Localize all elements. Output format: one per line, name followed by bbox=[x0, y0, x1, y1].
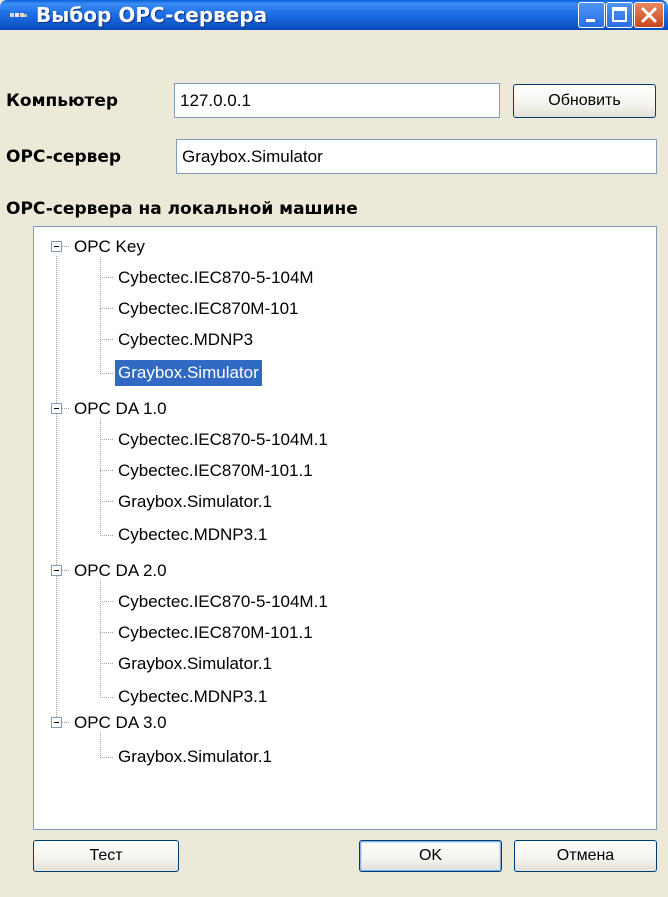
tree-group-opc-da-2[interactable]: OPC DA 2.0 bbox=[71, 558, 170, 584]
tree-heading: OPC-сервера на локальной машине bbox=[6, 199, 358, 219]
tree-group-opc-da-3[interactable]: OPC DA 3.0 bbox=[71, 710, 170, 736]
minimize-button[interactable] bbox=[578, 2, 605, 28]
tree-group-opc-da-1[interactable]: OPC DA 1.0 bbox=[71, 396, 170, 422]
tree-item[interactable]: Cybectec.IEC870M-101.1 bbox=[115, 458, 316, 484]
maximize-button[interactable] bbox=[606, 2, 633, 28]
tree-item[interactable]: Graybox.Simulator.1 bbox=[115, 744, 275, 770]
test-button[interactable]: Тест bbox=[33, 840, 179, 872]
close-icon bbox=[641, 7, 657, 23]
tree-item[interactable]: Cybectec.MDNP3.1 bbox=[115, 522, 270, 548]
title-bar[interactable]: Выбор OPC-сервера bbox=[0, 0, 668, 30]
close-button[interactable] bbox=[634, 2, 664, 28]
collapse-icon[interactable] bbox=[51, 403, 62, 414]
opc-server-dialog: Выбор OPC-сервера Компьютер 127.0.0.1 Об… bbox=[0, 0, 668, 897]
opc-server-field[interactable]: Graybox.Simulator bbox=[176, 139, 657, 174]
computer-address-field[interactable]: 127.0.0.1 bbox=[174, 83, 500, 118]
tree-item[interactable]: Cybectec.MDNP3 bbox=[115, 327, 256, 353]
tree-item[interactable]: Cybectec.IEC870-5-104M.1 bbox=[115, 589, 331, 615]
collapse-icon[interactable] bbox=[51, 241, 62, 252]
tree-item[interactable]: Graybox.Simulator.1 bbox=[115, 651, 275, 677]
tree-item[interactable]: Cybectec.MDNP3.1 bbox=[115, 684, 270, 710]
tree-item[interactable]: Graybox.Simulator.1 bbox=[115, 489, 275, 515]
opc-server-tree[interactable]: OPC Key Cybectec.IEC870-5-104M Cybectec.… bbox=[33, 226, 657, 830]
computer-label: Компьютер bbox=[6, 91, 119, 111]
tree-item[interactable]: Cybectec.IEC870-5-104M.1 bbox=[115, 427, 331, 453]
minimize-icon bbox=[586, 19, 595, 22]
tree-item[interactable]: Cybectec.IEC870-5-104M bbox=[115, 265, 317, 291]
collapse-icon[interactable] bbox=[51, 717, 62, 728]
tree-group-opc-key[interactable]: OPC Key bbox=[71, 234, 148, 260]
cancel-button[interactable]: Отмена bbox=[514, 840, 657, 872]
tree-item[interactable]: Cybectec.IEC870M-101 bbox=[115, 296, 301, 322]
refresh-button[interactable]: Обновить bbox=[513, 84, 656, 118]
app-icon bbox=[10, 8, 28, 22]
opc-server-label: OPC-сервер bbox=[6, 147, 122, 167]
collapse-icon[interactable] bbox=[51, 565, 62, 576]
tree-item-selected[interactable]: Graybox.Simulator bbox=[115, 360, 262, 386]
maximize-icon bbox=[612, 7, 627, 22]
window-title: Выбор OPC-сервера bbox=[36, 3, 268, 27]
tree-item[interactable]: Cybectec.IEC870M-101.1 bbox=[115, 620, 316, 646]
ok-button[interactable]: OK bbox=[359, 840, 502, 872]
